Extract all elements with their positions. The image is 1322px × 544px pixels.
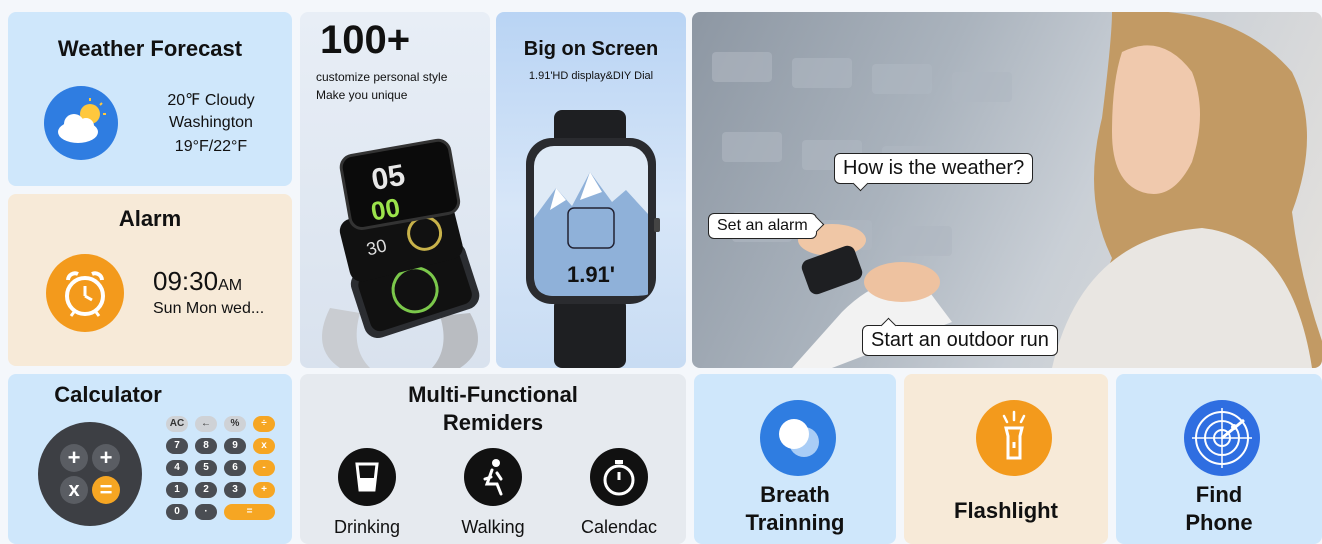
reminders-panel: Multi-Functional Remiders Drinking Walki…	[300, 374, 686, 544]
calc-key: AC	[166, 416, 188, 432]
calc-key: 5	[195, 460, 217, 476]
alarm-panel: Alarm 09:30AM Sun Mon wed...	[8, 194, 292, 366]
calc-key: 0	[166, 504, 188, 520]
reminder-walking: Walking	[461, 517, 525, 537]
alarm-clock-icon	[46, 254, 124, 332]
faces-line1: customize personal style	[316, 70, 448, 84]
calc-key: ÷	[253, 416, 275, 432]
bubble-alarm: Set an alarm	[708, 213, 817, 239]
calc-key: 3	[224, 482, 246, 498]
weather-title: Weather Forecast	[57, 36, 243, 61]
breath-line2: Trainning	[745, 510, 845, 535]
calc-big-key-3: x	[60, 476, 88, 504]
alarm-time-value: 09:30	[153, 266, 219, 296]
weather-city: Washington	[169, 114, 253, 131]
svg-text:00: 00	[369, 192, 403, 227]
calculator-icon: + + x =	[38, 422, 142, 526]
screen-size-label: 1.91'	[566, 262, 616, 287]
breath-training-panel: Breath Trainning	[694, 374, 896, 544]
alarm-days: Sun Mon wed...	[153, 300, 265, 317]
bubble-weather: How is the weather?	[834, 153, 1034, 184]
calculator-keypad: AC ←% ÷ 7 8 9 x 4 5 6- 1 2 3 +0 · =	[166, 416, 286, 528]
calc-key: ←	[195, 416, 217, 432]
reminders-title-line1: Multi-Functional	[408, 382, 578, 407]
calc-key: 6	[224, 460, 246, 476]
calc-key: 8	[195, 438, 217, 454]
person-illustration	[712, 12, 1322, 368]
weather-condition: 20℉ Cloudy	[167, 92, 255, 109]
screen-subtitle: 1.91'HD display&DIY Dial	[528, 70, 654, 82]
weather-panel: Weather Forecast 20℉ Cloudy Washington 1…	[8, 12, 292, 186]
calc-key: 7	[166, 438, 188, 454]
calc-key: 1	[166, 482, 188, 498]
reminder-drinking: Drinking	[333, 517, 401, 537]
calc-key: 9	[224, 438, 246, 454]
calc-key: -	[253, 460, 275, 476]
calc-big-key-2: +	[92, 444, 120, 472]
watch-illustration	[526, 110, 660, 368]
calculator-title: Calculator	[54, 382, 162, 407]
walking-icon	[464, 448, 522, 506]
radar-icon	[1184, 400, 1260, 476]
reminders-title-line2: Remiders	[442, 410, 544, 435]
calc-key: ·	[195, 504, 217, 520]
voice-assistant-photo: How is the weather? Set an alarm Start a…	[692, 12, 1322, 368]
alarm-title: Alarm	[118, 206, 182, 231]
flashlight-label: Flashlight	[954, 498, 1058, 523]
weather-range: 19°F/22°F	[174, 138, 248, 155]
breath-icon	[760, 400, 836, 476]
flashlight-panel: Flashlight	[904, 374, 1108, 544]
cloud-sun-icon	[44, 86, 118, 160]
calculator-panel: Calculator + + x = AC ←% ÷ 7 8 9 x 4 5 6-1 2 3 +0 · =	[8, 374, 292, 544]
watch-faces-panel: 100+ customize personal style Make you u…	[300, 12, 490, 368]
flashlight-icon	[976, 400, 1052, 476]
reminder-calendac: Calendac	[580, 517, 658, 537]
calc-key: +	[253, 482, 275, 498]
watch-faces-illustration: 30 05 00	[322, 138, 480, 368]
svg-text:05: 05	[369, 159, 408, 197]
find-phone-line1: Find	[1195, 482, 1243, 507]
big-screen-panel: Big on Screen 1.91'HD display&DIY Dial 1…	[496, 12, 686, 368]
alarm-ampm: AM	[218, 277, 243, 294]
bubble-run: Start an outdoor run	[862, 325, 1058, 356]
find-phone-panel: Find Phone	[1116, 374, 1322, 544]
drinking-cup-icon	[338, 448, 396, 506]
calc-key: 2	[195, 482, 217, 498]
faces-headline: 100+	[320, 18, 411, 62]
calc-key: =	[224, 504, 275, 520]
find-phone-line2: Phone	[1185, 510, 1253, 535]
calc-big-key-1: +	[60, 444, 88, 472]
calc-big-key-4: =	[92, 476, 120, 504]
breath-line1: Breath	[760, 482, 830, 507]
calc-key: x	[253, 438, 275, 454]
faces-line2: Make you unique	[316, 88, 408, 102]
screen-title: Big on Screen	[523, 38, 659, 60]
alarm-time: 09:30AM	[153, 266, 242, 297]
calc-key: %	[224, 416, 246, 432]
calc-key: 4	[166, 460, 188, 476]
stopwatch-icon	[590, 448, 648, 506]
